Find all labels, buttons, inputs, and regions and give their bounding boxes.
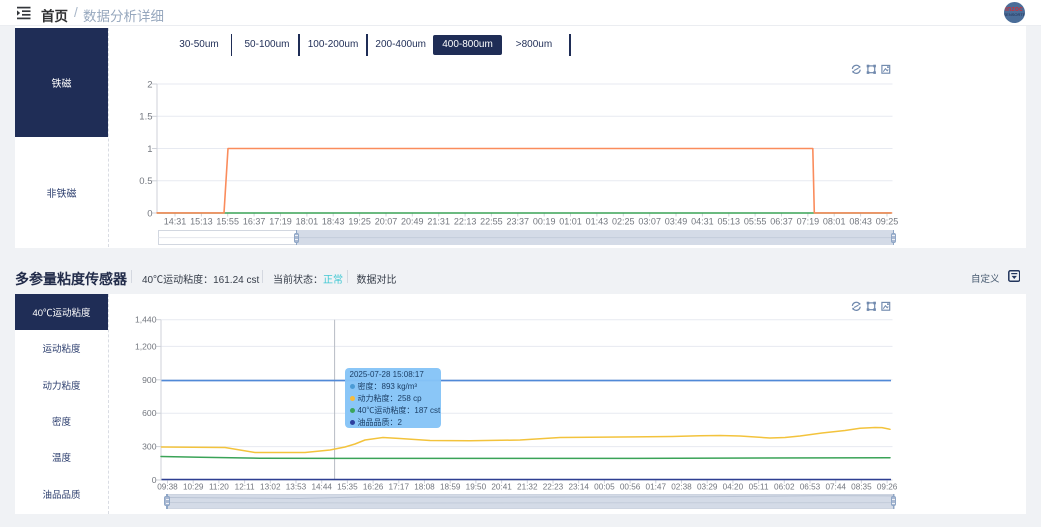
svg-text:0: 0 [152,475,157,485]
svg-text:15:13: 15:13 [190,216,213,226]
svg-text:11:20: 11:20 [209,483,229,492]
svg-text:23:14: 23:14 [568,483,589,492]
svg-text:10:29: 10:29 [183,483,204,492]
svg-text:1.5: 1.5 [139,112,152,123]
svg-text:23:37: 23:37 [507,216,530,226]
svg-text:1,440: 1,440 [135,315,157,325]
svg-text:02:25: 02:25 [612,216,635,226]
svg-text:17:17: 17:17 [389,483,410,492]
svg-text:04:20: 04:20 [723,483,744,492]
svg-text:01:43: 01:43 [586,216,609,226]
svg-text:00:05: 00:05 [594,483,615,492]
svg-text:03:49: 03:49 [665,216,688,226]
svg-text:2: 2 [147,79,152,90]
svg-text:0: 0 [147,208,152,219]
svg-text:05:13: 05:13 [718,216,741,226]
svg-text:13:53: 13:53 [286,483,307,492]
svg-text:16:37: 16:37 [243,216,266,226]
svg-text:06:53: 06:53 [800,483,821,492]
svg-text:19:25: 19:25 [348,216,371,226]
svg-text:18:01: 18:01 [296,216,319,226]
svg-text:07:19: 07:19 [797,216,820,226]
svg-text:16:26: 16:26 [363,483,384,492]
svg-text:09:25: 09:25 [876,216,899,226]
svg-text:01:47: 01:47 [646,483,667,492]
svg-text:18:59: 18:59 [440,483,461,492]
svg-text:21:31: 21:31 [427,216,450,226]
svg-text:22:23: 22:23 [543,483,564,492]
svg-text:18:08: 18:08 [414,483,435,492]
svg-text:02:38: 02:38 [671,483,692,492]
svg-text:07:44: 07:44 [825,483,846,492]
svg-text:06:37: 06:37 [770,216,793,226]
svg-text:15:55: 15:55 [216,216,239,226]
svg-text:13:02: 13:02 [260,483,281,492]
svg-text:0.5: 0.5 [139,176,152,187]
svg-text:900: 900 [142,375,157,385]
svg-text:20:41: 20:41 [491,483,512,492]
svg-text:300: 300 [142,442,157,452]
svg-text:22:13: 22:13 [454,216,477,226]
svg-text:01:01: 01:01 [559,216,582,226]
svg-text:05:55: 05:55 [744,216,767,226]
svg-text:18:43: 18:43 [322,216,345,226]
svg-text:03:07: 03:07 [638,216,661,226]
svg-text:21:32: 21:32 [517,483,538,492]
svg-text:1,200: 1,200 [135,341,157,351]
svg-text:20:49: 20:49 [401,216,424,226]
svg-text:03:29: 03:29 [697,483,718,492]
svg-text:20:07: 20:07 [375,216,398,226]
svg-text:08:43: 08:43 [849,216,872,226]
svg-text:19:50: 19:50 [466,483,487,492]
svg-text:08:35: 08:35 [851,483,872,492]
svg-text:22:55: 22:55 [480,216,503,226]
svg-text:09:38: 09:38 [157,483,178,492]
svg-text:15:35: 15:35 [337,483,358,492]
svg-text:12:11: 12:11 [235,483,255,492]
svg-text:600: 600 [142,408,157,418]
svg-text:14:44: 14:44 [311,483,332,492]
svg-text:09:26: 09:26 [877,483,898,492]
svg-text:04:31: 04:31 [691,216,714,226]
svg-text:14:31: 14:31 [164,216,187,226]
svg-text:00:19: 00:19 [533,216,556,226]
svg-text:06:02: 06:02 [774,483,795,492]
svg-text:05:11: 05:11 [749,483,769,492]
svg-text:17:19: 17:19 [269,216,292,226]
svg-text:00:56: 00:56 [620,483,641,492]
svg-text:1: 1 [147,144,152,155]
svg-text:08:01: 08:01 [823,216,846,226]
